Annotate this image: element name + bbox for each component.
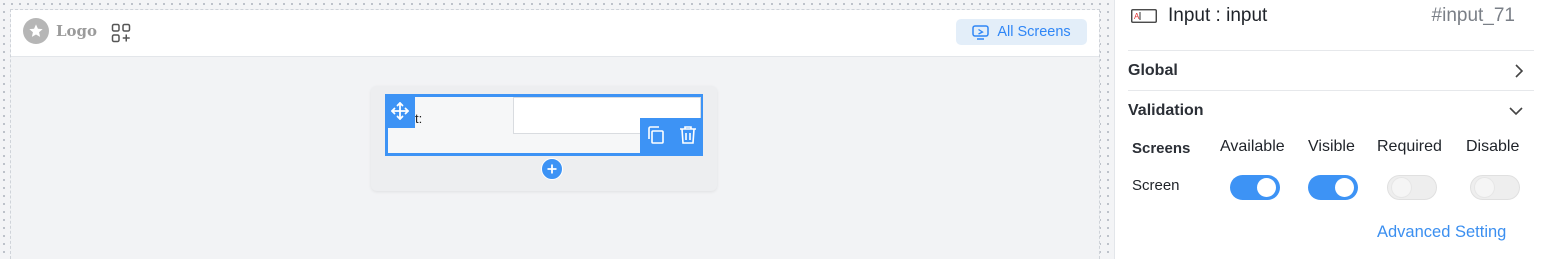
section-validation-label: Validation xyxy=(1128,101,1204,119)
column-disable: Disable xyxy=(1466,138,1520,155)
section-global-label: Global xyxy=(1128,61,1178,79)
delete-icon[interactable] xyxy=(679,125,697,150)
column-screens: Screens xyxy=(1132,140,1191,157)
column-visible: Visible xyxy=(1308,138,1355,155)
input-type-icon: A xyxy=(1131,9,1157,23)
properties-panel: A Input : input #input_71 Global Validat… xyxy=(1114,0,1546,259)
add-widget-icon[interactable] xyxy=(111,23,131,43)
panel-title: Input : input xyxy=(1168,5,1268,26)
toggle-required[interactable] xyxy=(1387,175,1437,200)
advanced-setting-link[interactable]: Advanced Setting xyxy=(1377,223,1506,242)
all-screens-label: All Screens xyxy=(997,24,1071,40)
section-validation[interactable]: Validation xyxy=(1128,90,1534,130)
toggle-visible[interactable] xyxy=(1308,175,1358,200)
move-icon[interactable] xyxy=(385,94,415,128)
canvas-area: Logo All Screens t: xyxy=(0,0,1114,259)
toggle-knob xyxy=(1392,178,1411,197)
toggle-knob xyxy=(1335,178,1354,197)
all-screens-button[interactable]: All Screens xyxy=(956,19,1087,45)
row-screen-label: Screen xyxy=(1132,177,1180,194)
logo-star-icon xyxy=(23,18,49,44)
toggle-knob xyxy=(1475,178,1494,197)
plus-icon xyxy=(547,164,557,174)
input-widget[interactable]: t: xyxy=(385,94,703,156)
column-required: Required xyxy=(1377,138,1442,155)
add-below-button[interactable] xyxy=(541,158,563,180)
panel-header: A Input : input #input_71 xyxy=(1115,0,1546,36)
screen-icon xyxy=(972,24,990,40)
chevron-right-icon xyxy=(1515,63,1524,78)
logo-text: Logo xyxy=(56,22,98,40)
toggle-available[interactable] xyxy=(1230,175,1280,200)
copy-icon[interactable] xyxy=(646,125,666,150)
input-label: t: xyxy=(415,111,423,126)
section-global[interactable]: Global xyxy=(1128,50,1534,90)
toggle-knob xyxy=(1257,178,1276,197)
column-available: Available xyxy=(1220,138,1285,155)
chevron-down-icon xyxy=(1509,106,1523,115)
toggle-disable[interactable] xyxy=(1470,175,1520,200)
widget-actions xyxy=(640,118,703,156)
screen-header: Logo All Screens xyxy=(11,10,1099,57)
svg-text:A: A xyxy=(1134,12,1140,21)
element-id: #input_71 xyxy=(1431,5,1515,26)
